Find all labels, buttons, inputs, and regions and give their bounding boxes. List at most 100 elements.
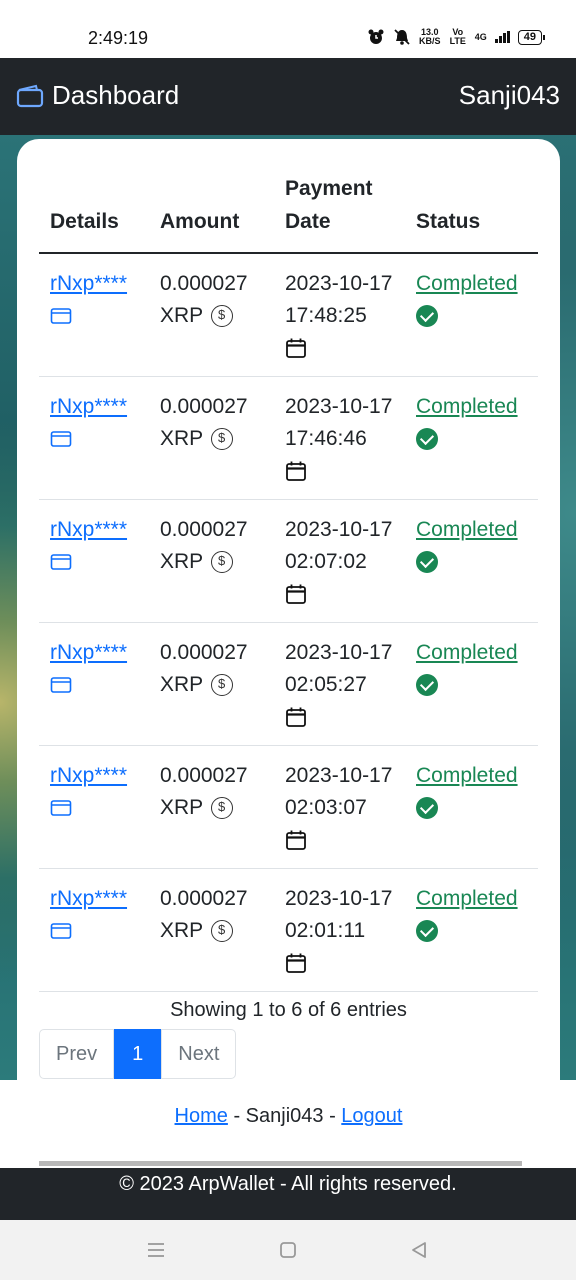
cell-amount: 0.000027 XRP $ [149, 499, 274, 623]
logout-link[interactable]: Logout [341, 1105, 402, 1127]
separator: - [323, 1105, 342, 1127]
cell-amount: 0.000027 XRP $ [149, 868, 274, 992]
wallet-icon[interactable] [50, 304, 72, 327]
home-icon[interactable] [279, 1241, 297, 1259]
android-nav-bar [0, 1220, 576, 1280]
payment-date: 2023-10-17 [285, 395, 393, 418]
check-circle-icon [416, 797, 438, 820]
payment-time: 02:03:07 [285, 796, 367, 819]
details-link[interactable]: rNxp**** [50, 760, 138, 792]
cell-status: Completed [405, 376, 538, 500]
cell-payment-date: 2023-10-17 17:48:25 [274, 253, 405, 377]
status-link[interactable]: Completed [416, 637, 527, 669]
cell-amount: 0.000027 XRP $ [149, 745, 274, 869]
cell-details: rNxp**** [39, 499, 149, 623]
mute-bell-icon [394, 29, 410, 45]
back-icon[interactable] [410, 1241, 428, 1259]
header-payment-date[interactable]: Payment Date [274, 172, 405, 254]
check-circle-icon [416, 551, 438, 574]
status-time: 2:49:19 [88, 28, 149, 48]
home-link[interactable]: Home [175, 1105, 228, 1127]
calendar-icon [285, 705, 307, 728]
table-row: rNxp**** 0.000027 XRP $ 2023-10-17 02:01:11 C… [39, 868, 538, 992]
next-page-button[interactable]: Next [161, 1029, 237, 1079]
payment-date: 2023-10-17 [285, 887, 393, 910]
check-circle-icon [416, 920, 438, 943]
header-details[interactable]: Details [39, 172, 149, 254]
cell-amount: 0.000027 XRP $ [149, 376, 274, 500]
cell-status: Completed [405, 745, 538, 869]
cell-details: rNxp**** [39, 376, 149, 500]
cell-payment-date: 2023-10-17 02:05:27 [274, 622, 405, 746]
menu-icon[interactable] [146, 1242, 166, 1258]
amount-value: 0.000027 [160, 518, 248, 541]
wallet-icon[interactable] [50, 550, 72, 573]
calendar-icon [285, 828, 307, 851]
status-link[interactable]: Completed [416, 883, 527, 915]
cell-payment-date: 2023-10-17 17:46:46 [274, 376, 405, 500]
table-row: rNxp**** 0.000027 XRP $2023-10-17 17:46:46 C… [39, 376, 538, 500]
details-link[interactable]: rNxp**** [50, 883, 138, 915]
dollar-coin-icon: $ [210, 797, 233, 820]
table-row: rNxp**** 0.000027 XRP $2023-10-17 02:05:27 C… [39, 622, 538, 746]
header-amount[interactable]: Amount [149, 172, 274, 254]
amount-value: 0.000027 [160, 764, 248, 787]
amount-value: 0.000027 [160, 395, 248, 418]
currency-label: XRP [160, 550, 203, 573]
amount-value: 0.000027 [160, 887, 248, 910]
cell-amount: 0.000027 XRP $ [149, 622, 274, 746]
table-row: rNxp**** 0.000027 XRP $2023-10-17 02:03:07 C… [39, 745, 538, 869]
details-link[interactable]: rNxp**** [50, 637, 138, 669]
details-link[interactable]: rNxp**** [50, 391, 138, 423]
net-speed: 13.0 KB/S [418, 27, 441, 46]
payment-date: 2023-10-17 [285, 641, 393, 664]
status-link[interactable]: Completed [416, 268, 527, 300]
check-circle-icon [416, 305, 438, 328]
alarm-icon [368, 29, 384, 44]
status-link[interactable]: Completed [416, 760, 527, 792]
payment-time: 17:48:25 [285, 304, 367, 327]
cell-payment-date: 2023-10-17 02:03:07 [274, 745, 405, 869]
currency-label: XRP [160, 304, 203, 327]
header-status[interactable]: Status [405, 172, 538, 254]
details-link[interactable]: rNxp**** [50, 268, 138, 300]
entries-info: Showing 1 to 6 of 6 entries [170, 999, 407, 1021]
brand-link[interactable]: Dashboard [16, 80, 179, 111]
horizontal-scrollbar[interactable] [39, 1161, 522, 1166]
wallet-icon [16, 84, 44, 107]
footer-links: Home - Sanji043 - Logout [17, 1105, 560, 1128]
nav-username[interactable]: Sanji043 [459, 80, 560, 111]
status-icons: 13.0 KB/S Vo LTE 4G 49 [367, 27, 546, 46]
payment-time: 02:01:11 [285, 919, 366, 942]
wallet-icon[interactable] [50, 427, 72, 450]
dollar-coin-icon: $ [210, 674, 233, 697]
calendar-icon [285, 951, 307, 974]
amount-value: 0.000027 [160, 641, 248, 664]
separator: - [227, 1105, 246, 1127]
payment-time: 02:05:27 [285, 673, 367, 696]
transactions-table: Details Amount Payment Date Status rNxp*… [39, 172, 538, 992]
calendar-icon [285, 459, 307, 482]
table-header-row: Details Amount Payment Date Status [39, 172, 538, 254]
page-1-button[interactable]: 1 [114, 1029, 162, 1079]
status-link[interactable]: Completed [416, 514, 527, 546]
payment-time: 02:07:02 [285, 550, 367, 573]
wallet-icon[interactable] [50, 796, 72, 819]
dollar-coin-icon: $ [210, 305, 233, 328]
details-link[interactable]: rNxp**** [50, 514, 138, 546]
cell-details: rNxp**** [39, 622, 149, 746]
brand-title: Dashboard [52, 80, 180, 110]
cell-details: rNxp**** [39, 745, 149, 869]
cell-details: rNxp**** [39, 253, 149, 377]
currency-label: XRP [160, 427, 203, 450]
currency-label: XRP [160, 673, 203, 696]
table-row: rNxp**** 0.000027 XRP $2023-10-17 02:07:02 C… [39, 499, 538, 623]
prev-page-button[interactable]: Prev [39, 1029, 115, 1079]
page-footer: © 2023 ArpWallet - All rights reserved. [0, 1168, 576, 1220]
currency-label: XRP [160, 796, 203, 819]
payment-date: 2023-10-17 [285, 764, 393, 787]
check-circle-icon [416, 674, 438, 697]
wallet-icon[interactable] [50, 919, 72, 942]
status-link[interactable]: Completed [416, 391, 527, 423]
wallet-icon[interactable] [50, 673, 72, 696]
